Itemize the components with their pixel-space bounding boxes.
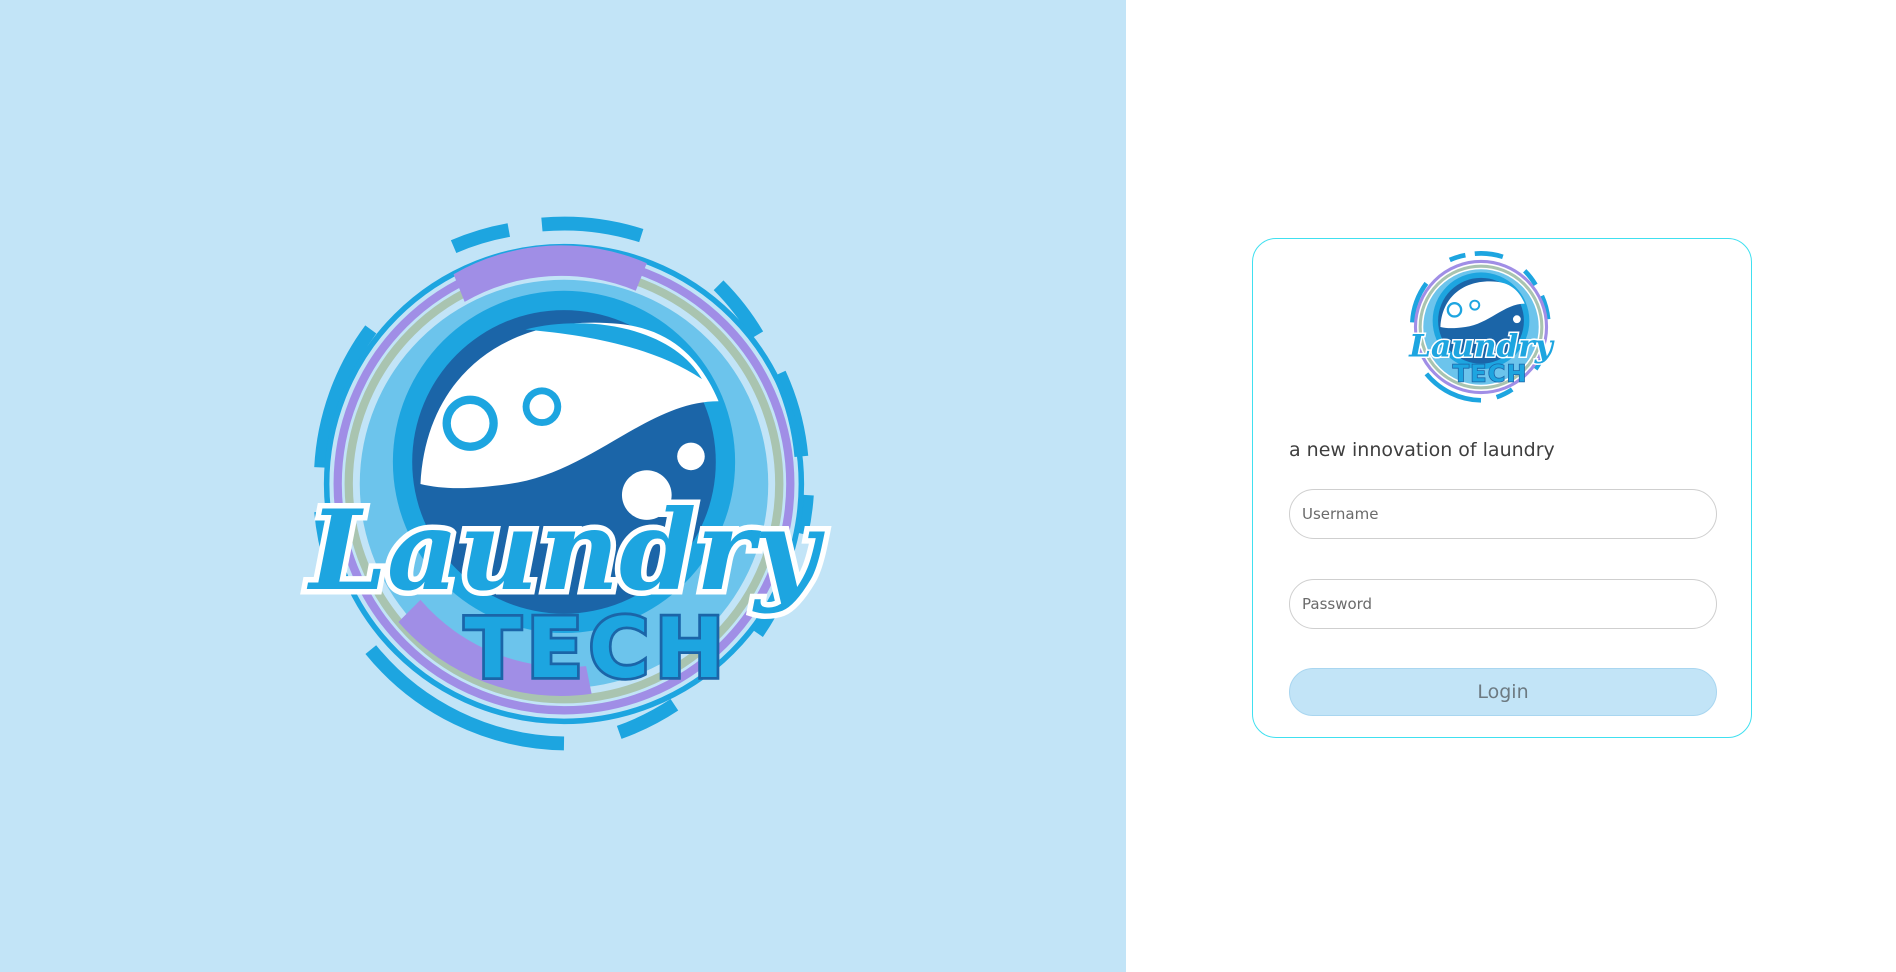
- password-input[interactable]: [1289, 579, 1717, 629]
- tagline: a new innovation of laundry: [1289, 439, 1555, 461]
- logo-wordmark: Laundry: [306, 486, 825, 616]
- username-input[interactable]: [1289, 489, 1717, 539]
- laundry-tech-logo-small: Laundry TECH: [1407, 251, 1556, 403]
- left-panel: Laundry TECH: [0, 0, 1126, 972]
- laundry-tech-logo-large: Laundry TECH: [301, 216, 831, 751]
- logo-subword: TECH: [465, 600, 730, 697]
- login-card: Laundry TECH a new innovation of laundry…: [1252, 238, 1752, 738]
- login-button[interactable]: Login: [1289, 668, 1717, 716]
- logo-subword-small: TECH: [1453, 360, 1528, 388]
